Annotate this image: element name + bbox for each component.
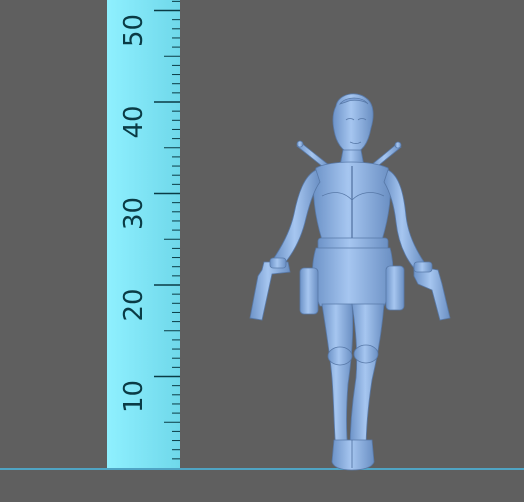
ruler-label: 50 bbox=[119, 14, 149, 47]
ruler-label: 30 bbox=[119, 197, 149, 230]
ruler: 10 20 30 40 50 bbox=[107, 0, 180, 468]
background bbox=[0, 0, 524, 502]
left-holster bbox=[299, 267, 319, 315]
left-knee-pad bbox=[327, 346, 353, 366]
scene: 10 20 30 40 50 bbox=[0, 0, 524, 502]
right-knee-pad bbox=[353, 344, 379, 364]
boots bbox=[331, 439, 375, 471]
ruler-label: 20 bbox=[119, 288, 149, 321]
hips bbox=[312, 247, 394, 307]
right-holster bbox=[385, 265, 405, 311]
ruler-label: 10 bbox=[119, 380, 149, 413]
ruler-label: 40 bbox=[119, 105, 149, 138]
